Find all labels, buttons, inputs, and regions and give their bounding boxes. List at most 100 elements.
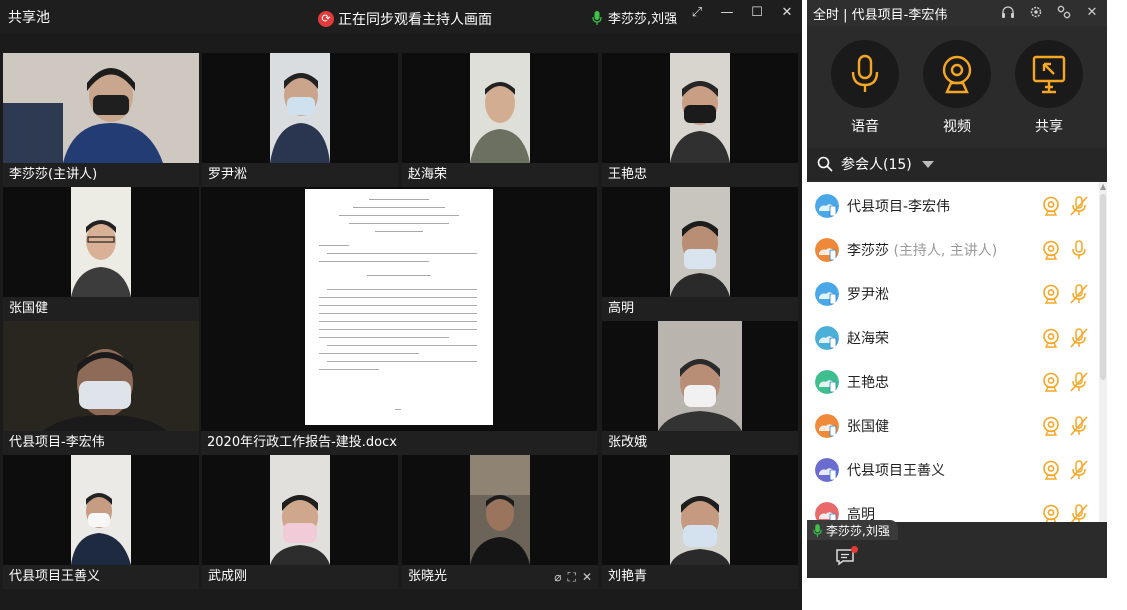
participant-row[interactable]: 高明 — [807, 492, 1097, 522]
close-icon[interactable]: ✕ — [1081, 0, 1103, 24]
close-button[interactable]: ✕ — [772, 0, 802, 24]
sync-text: 正在同步观看主持人画面 — [338, 12, 492, 28]
mic-muted-icon[interactable] — [1069, 503, 1089, 522]
participant-name: 王艳忠 — [847, 372, 889, 392]
participant-name: 赵海荣 — [847, 328, 889, 348]
webcam-icon[interactable] — [1041, 372, 1061, 392]
shared-document-tile[interactable]: 2020年行政工作报告-建投.docx — [201, 187, 597, 455]
search-icon[interactable] — [817, 156, 833, 172]
webcam-icon — [923, 40, 991, 108]
participant-role: (主持人, 主讲人) — [889, 243, 998, 259]
video-tile[interactable]: 李莎莎(主讲人) — [3, 53, 199, 187]
speaking-indicator: 李莎莎,刘强 — [592, 8, 677, 27]
video-tile[interactable]: 罗尹淞 — [202, 53, 398, 187]
participant-name: 罗尹淞 — [847, 284, 889, 304]
person-image — [470, 53, 530, 163]
webcam-icon[interactable] — [1041, 416, 1061, 436]
participant-name-text: 张国健 — [847, 419, 889, 435]
mic-muted-icon[interactable] — [1069, 195, 1089, 217]
video-tile[interactable]: 张晓光 ⌀ ⛶ ✕ — [402, 455, 598, 589]
headset-icon[interactable] — [997, 0, 1019, 24]
participants-header[interactable]: 参会人(15) — [807, 148, 1107, 180]
link-icon[interactable] — [1053, 0, 1075, 24]
participant-name: 刘艳青 — [602, 565, 798, 589]
participant-video — [71, 187, 131, 297]
sync-status: ⟳ 正在同步观看主持人画面 — [318, 9, 492, 29]
minimize-button[interactable]: — — [712, 0, 742, 24]
scrollbar[interactable]: ▲ — [1099, 182, 1107, 522]
speaking-tag: 李莎莎,刘强 — [807, 520, 898, 540]
participant-row[interactable]: 张国健 — [807, 404, 1097, 448]
video-grid: 李莎莎(主讲人) 罗尹淞 赵海荣 王艳忠 张国健 高明 2020年行政工作报告-… — [0, 50, 802, 590]
webcam-icon[interactable] — [1041, 460, 1061, 480]
webcam-icon[interactable] — [1041, 504, 1061, 522]
participant-row[interactable]: 王艳忠 — [807, 360, 1097, 404]
participant-video — [3, 321, 199, 431]
scroll-thumb[interactable] — [1100, 194, 1106, 380]
person-image — [3, 53, 199, 163]
participant-video — [270, 53, 330, 163]
voice-button[interactable]: 语音 — [829, 40, 901, 140]
video-tile[interactable]: 张国健 — [3, 187, 199, 321]
participant-name: 王艳忠 — [602, 163, 798, 187]
participant-video — [71, 455, 131, 565]
person-image — [470, 455, 530, 565]
participant-row[interactable]: 赵海荣 — [807, 316, 1097, 360]
gear-icon[interactable] — [1025, 0, 1047, 24]
sync-icon: ⟳ — [318, 11, 334, 27]
webcam-icon[interactable] — [1041, 328, 1061, 348]
share-button[interactable]: 共享 — [1013, 40, 1085, 140]
participant-name: 代县项目王善义 — [847, 460, 945, 480]
mic-muted-icon[interactable] — [1069, 371, 1089, 393]
notification-dot — [851, 546, 858, 553]
participant-row[interactable]: 李莎莎 (主持人, 主讲人) — [807, 228, 1097, 272]
voice-label: 语音 — [851, 119, 879, 135]
participant-video — [270, 455, 330, 565]
video-button[interactable]: 视频 — [921, 40, 993, 140]
participant-name: 张国健 — [847, 416, 889, 436]
video-tile[interactable]: 高明 — [602, 187, 798, 321]
webcam-icon[interactable] — [1041, 240, 1061, 260]
expand-icon[interactable]: ⛶ — [568, 570, 576, 585]
mic-muted-icon[interactable]: ⌀ — [554, 570, 561, 585]
scroll-up-icon[interactable]: ▲ — [1100, 182, 1106, 191]
speaking-names: 李莎莎,刘强 — [826, 523, 890, 538]
microphone-icon — [831, 40, 899, 108]
maximize-button[interactable]: ☐ — [742, 0, 772, 24]
person-image — [71, 187, 131, 297]
avatar — [815, 326, 839, 350]
webcam-icon[interactable] — [1041, 196, 1061, 216]
participant-row[interactable]: 代县项目-李宏伟 — [807, 184, 1097, 228]
webcam-icon[interactable] — [1041, 284, 1061, 304]
close-icon[interactable]: ✕ — [582, 570, 592, 585]
panel-bottom-bar — [807, 540, 1107, 578]
participant-video — [3, 53, 199, 163]
video-tile[interactable]: 代县项目-李宏伟 — [3, 321, 199, 455]
mic-muted-icon[interactable] — [1069, 415, 1089, 437]
video-tile[interactable]: 武成刚 — [202, 455, 398, 589]
video-tile[interactable]: 王艳忠 — [602, 53, 798, 187]
mic-muted-icon[interactable] — [1069, 283, 1089, 305]
document-preview — [305, 189, 493, 425]
mic-icon — [813, 523, 822, 537]
participant-name: 李莎莎 (主持人, 主讲人) — [847, 240, 997, 260]
microphone-icon[interactable] — [1069, 239, 1089, 261]
mic-muted-icon[interactable] — [1069, 459, 1089, 481]
video-tile[interactable]: 代县项目王善义 — [3, 455, 199, 589]
video-tile[interactable]: 张改娥 — [602, 321, 798, 455]
mic-muted-icon[interactable] — [1069, 327, 1089, 349]
participant-name-text: 赵海荣 — [847, 331, 889, 347]
person-image — [71, 455, 131, 565]
fullscreen-button[interactable]: ⤢ — [682, 0, 712, 24]
video-tile[interactable]: 刘艳青 — [602, 455, 798, 589]
chevron-down-icon[interactable] — [921, 160, 934, 168]
person-image — [670, 187, 730, 297]
participant-row[interactable]: 代县项目王善义 — [807, 448, 1097, 492]
avatar — [815, 370, 839, 394]
participant-video — [670, 187, 730, 297]
video-tile[interactable]: 赵海荣 — [402, 53, 598, 187]
participants-list: ▲ 代县项目-李宏伟李莎莎 (主持人, 主讲人) 罗尹淞赵海荣王艳忠张国健代县项目… — [807, 182, 1107, 522]
media-actions: 语音 视频 共享 — [807, 40, 1107, 140]
participant-row[interactable]: 罗尹淞 — [807, 272, 1097, 316]
participant-video — [470, 53, 530, 163]
